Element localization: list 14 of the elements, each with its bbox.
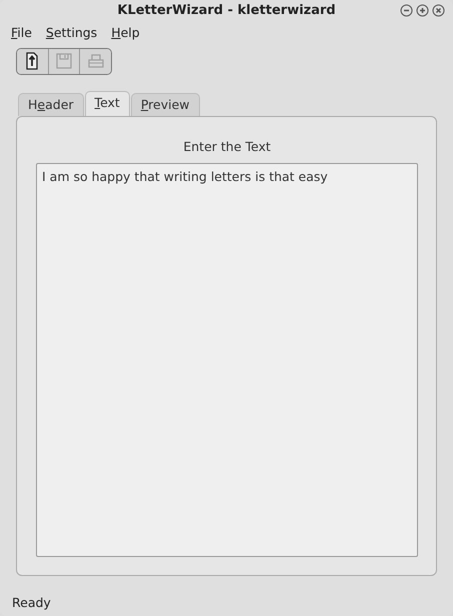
window-title: KLetterWizard - kletterwizard (117, 2, 336, 20)
section-heading: Enter the Text (182, 138, 272, 156)
minimize-icon[interactable] (400, 4, 413, 17)
menu-item[interactable]: Help (111, 24, 140, 43)
tab[interactable]: Text (84, 90, 130, 116)
status-text: Ready (12, 594, 51, 610)
close-icon[interactable] (432, 4, 445, 17)
toolbar-button[interactable] (17, 48, 49, 74)
menu-item[interactable]: Settings (46, 24, 98, 43)
tab[interactable]: Preview (130, 92, 200, 116)
maximize-icon[interactable] (416, 4, 429, 17)
tab[interactable]: Header (18, 92, 84, 116)
menu-item[interactable]: File (11, 24, 32, 43)
text-editor[interactable]: I am so happy that writing letters is that easy (36, 163, 418, 556)
